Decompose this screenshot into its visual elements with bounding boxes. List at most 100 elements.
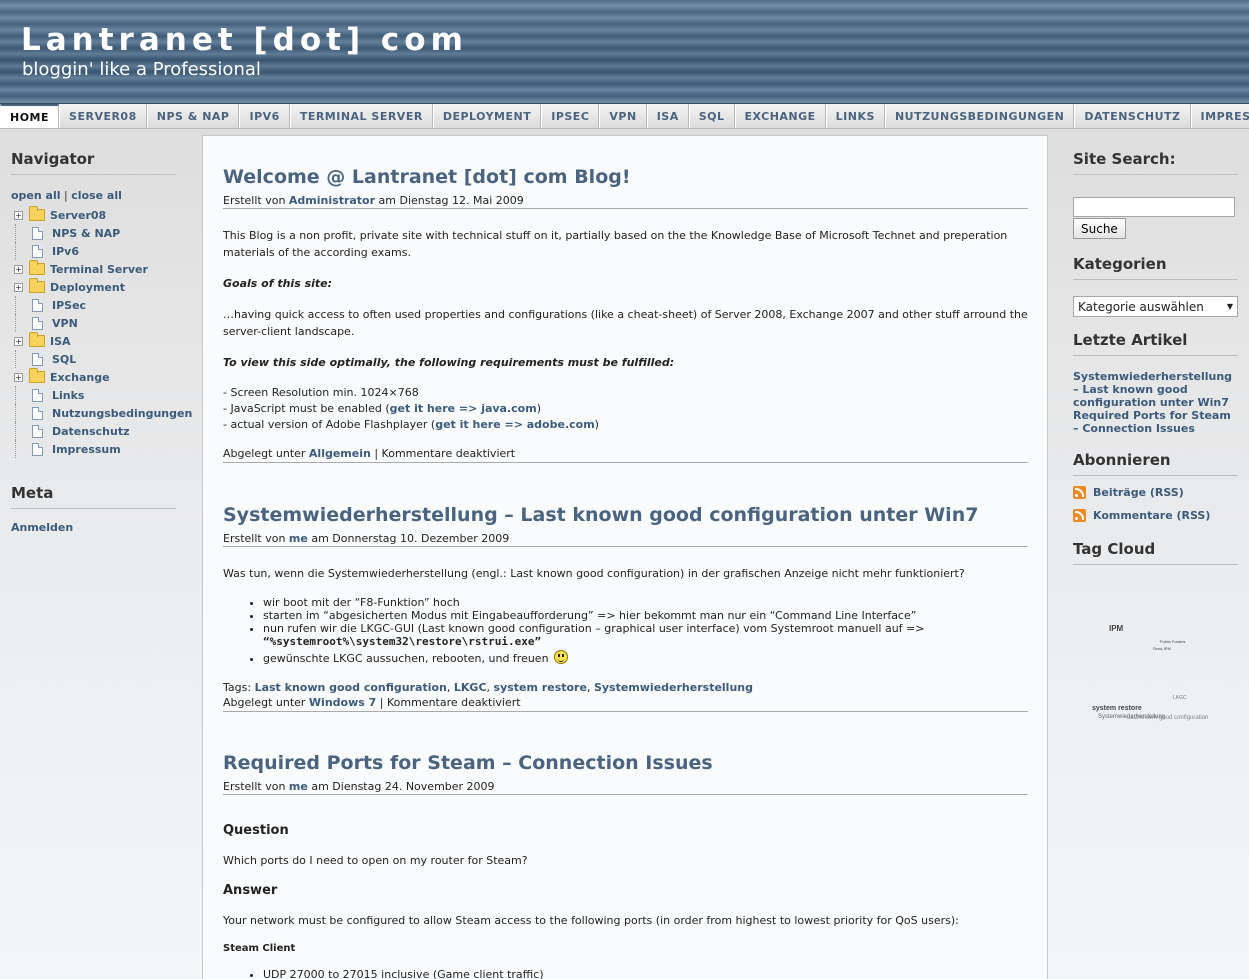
nav-nutzungsbedingungen[interactable]: Nutzungsbedingungen — [884, 104, 1075, 128]
tree-line — [15, 440, 29, 458]
nav-nps-nap[interactable]: NPS & NAP — [146, 104, 240, 128]
expand-icon[interactable]: + — [14, 264, 23, 274]
post-systemwiederherstellung: Systemwiederherstellung – Last known goo… — [223, 504, 1028, 712]
recent-post-link[interactable]: Required Ports for Steam – Connection Is… — [1073, 409, 1238, 435]
categories-title: Kategorien — [1073, 255, 1238, 280]
tree-item-ipsec: IPSec — [11, 296, 176, 314]
nav-sql[interactable]: SQL — [688, 104, 735, 128]
meta-date: am Dienstag 12. Mai 2009 — [375, 194, 524, 207]
tree-link-server08[interactable]: Server08 — [50, 209, 106, 222]
folder-icon — [29, 332, 45, 347]
tag-separator: , — [486, 681, 494, 694]
question-heading: Question — [223, 823, 289, 838]
requirements-list: - Screen Resolution min. 1024×768 - Java… — [223, 385, 1028, 433]
meta-prefix: Erstellt von — [223, 780, 289, 793]
tree-item-links: Links — [11, 386, 176, 404]
post-title[interactable]: Welcome @ Lantranet [dot] com Blog! — [223, 166, 1028, 188]
tree-item-nps-nap: NPS & NAP — [11, 224, 176, 242]
nav-exchange[interactable]: Exchange — [734, 104, 826, 128]
expand-icon[interactable]: + — [14, 336, 23, 346]
tag-link[interactable]: LKGC — [454, 681, 487, 694]
tag-cloud-item[interactable]: IPM — [1109, 624, 1123, 633]
nav-datenschutz[interactable]: Datenschutz — [1074, 104, 1191, 128]
login-link[interactable]: Anmelden — [11, 521, 176, 534]
tree-item-impressum: Impressum — [11, 440, 176, 458]
search-button[interactable]: Suche — [1073, 218, 1126, 239]
tree-item-deployment: + Deployment — [11, 278, 176, 296]
tree-link-ipv6[interactable]: IPv6 — [52, 245, 79, 258]
tag-cloud: IPM Public Folders Send-IPM LKGC system … — [1073, 573, 1238, 743]
site-title[interactable]: Lantranet [dot] com — [21, 22, 468, 58]
category-select[interactable]: Kategorie auswählen ▼ — [1073, 296, 1238, 317]
main-nav: Home Server08 NPS & NAP IPv6 Terminal Se… — [0, 104, 1249, 129]
tree-link-exchange[interactable]: Exchange — [50, 371, 110, 384]
recent-posts-title: Letzte Artikel — [1073, 331, 1238, 356]
tag-link[interactable]: Systemwiederherstellung — [594, 681, 753, 694]
tree-line — [15, 242, 29, 260]
nav-deployment[interactable]: Deployment — [432, 104, 542, 128]
tag-link[interactable]: Last known good configuration — [255, 681, 447, 694]
tree-link-datenschutz[interactable]: Datenschutz — [52, 425, 130, 438]
tree-link-deployment[interactable]: Deployment — [50, 281, 125, 294]
meta-date: am Dienstag 24. November 2009 — [307, 780, 495, 793]
tree-link-ipsec[interactable]: IPSec — [52, 299, 86, 312]
tree-link-terminal-server[interactable]: Terminal Server — [50, 263, 148, 276]
expand-icon[interactable]: + — [14, 372, 23, 382]
recent-post-link[interactable]: Systemwiederherstellung – Last known goo… — [1073, 370, 1238, 409]
author-link[interactable]: me — [289, 780, 308, 793]
tree-item-nutzungsbedingungen: Nutzungsbedingungen — [11, 404, 192, 422]
post-meta: Erstellt von Administrator am Dienstag 1… — [223, 194, 1028, 209]
tag-cloud-item[interactable]: Last known good configuration — [1127, 715, 1208, 721]
subscribe-title: Abonnieren — [1073, 451, 1238, 476]
post-title[interactable]: Required Ports for Steam – Connection Is… — [223, 752, 1028, 774]
tag-link[interactable]: system restore — [494, 681, 587, 694]
category-link[interactable]: Windows 7 — [309, 696, 376, 709]
recent-posts-list: Systemwiederherstellung – Last known goo… — [1073, 370, 1238, 435]
nav-terminal-server[interactable]: Terminal Server — [289, 104, 433, 128]
close-all-link[interactable]: close all — [71, 189, 122, 202]
rss-comments-link[interactable]: Kommentare (RSS) — [1093, 509, 1210, 522]
tag-cloud-item[interactable]: LKGC — [1173, 695, 1187, 701]
tag-cloud-item[interactable]: Public Folders — [1160, 639, 1185, 644]
search-input[interactable] — [1073, 197, 1235, 217]
page-icon — [32, 226, 43, 240]
post-title[interactable]: Systemwiederherstellung – Last known goo… — [223, 504, 1028, 526]
question-text: Which ports do I need to open on my rout… — [223, 854, 528, 867]
expand-icon[interactable]: + — [14, 210, 23, 220]
req-java-text: - JavaScript must be enabled ( — [223, 402, 390, 415]
nav-server08[interactable]: Server08 — [59, 104, 147, 128]
rss-posts-link[interactable]: Beiträge (RSS) — [1093, 486, 1184, 499]
tree-link-nps-nap[interactable]: NPS & NAP — [52, 227, 120, 240]
nav-vpn[interactable]: VPN — [599, 104, 647, 128]
goals-text: …having quick access to often used prope… — [223, 308, 1028, 338]
author-link[interactable]: me — [289, 532, 308, 545]
nav-isa[interactable]: ISA — [646, 104, 689, 128]
expand-icon[interactable]: + — [14, 282, 23, 292]
folder-icon — [29, 260, 45, 275]
tree-link-sql[interactable]: SQL — [52, 353, 76, 366]
tag-cloud-item[interactable]: system restore — [1092, 705, 1142, 712]
category-link[interactable]: Allgemein — [309, 447, 371, 460]
rss-icon[interactable] — [1073, 486, 1086, 499]
comments-status: | Kommentare deaktiviert — [376, 696, 521, 709]
nav-ipv6[interactable]: IPv6 — [239, 104, 290, 128]
nav-impressum[interactable]: Impressum — [1190, 104, 1249, 128]
java-link[interactable]: get it here => java.com — [390, 402, 537, 415]
nav-links[interactable]: Links — [825, 104, 885, 128]
nav-ipsec[interactable]: IPSec — [541, 104, 600, 128]
tree-item-terminal-server: + Terminal Server — [11, 260, 176, 278]
tree-link-links[interactable]: Links — [52, 389, 84, 402]
open-all-link[interactable]: open all — [11, 189, 61, 202]
tree-link-nutzungsbedingungen[interactable]: Nutzungsbedingungen — [52, 407, 192, 420]
tree-item-ipv6: IPv6 — [11, 242, 176, 260]
filed-prefix: Abgelegt unter — [223, 447, 309, 460]
tree-link-isa[interactable]: ISA — [50, 335, 71, 348]
rss-icon[interactable] — [1073, 509, 1086, 522]
tree-link-vpn[interactable]: VPN — [52, 317, 78, 330]
author-link[interactable]: Administrator — [289, 194, 375, 207]
tree-link-impressum[interactable]: Impressum — [52, 443, 121, 456]
answer-heading: Answer — [223, 883, 278, 898]
nav-home[interactable]: Home — [0, 104, 60, 128]
tag-cloud-item[interactable]: Send-IPM — [1153, 646, 1171, 651]
adobe-link[interactable]: get it here => adobe.com — [435, 418, 594, 431]
